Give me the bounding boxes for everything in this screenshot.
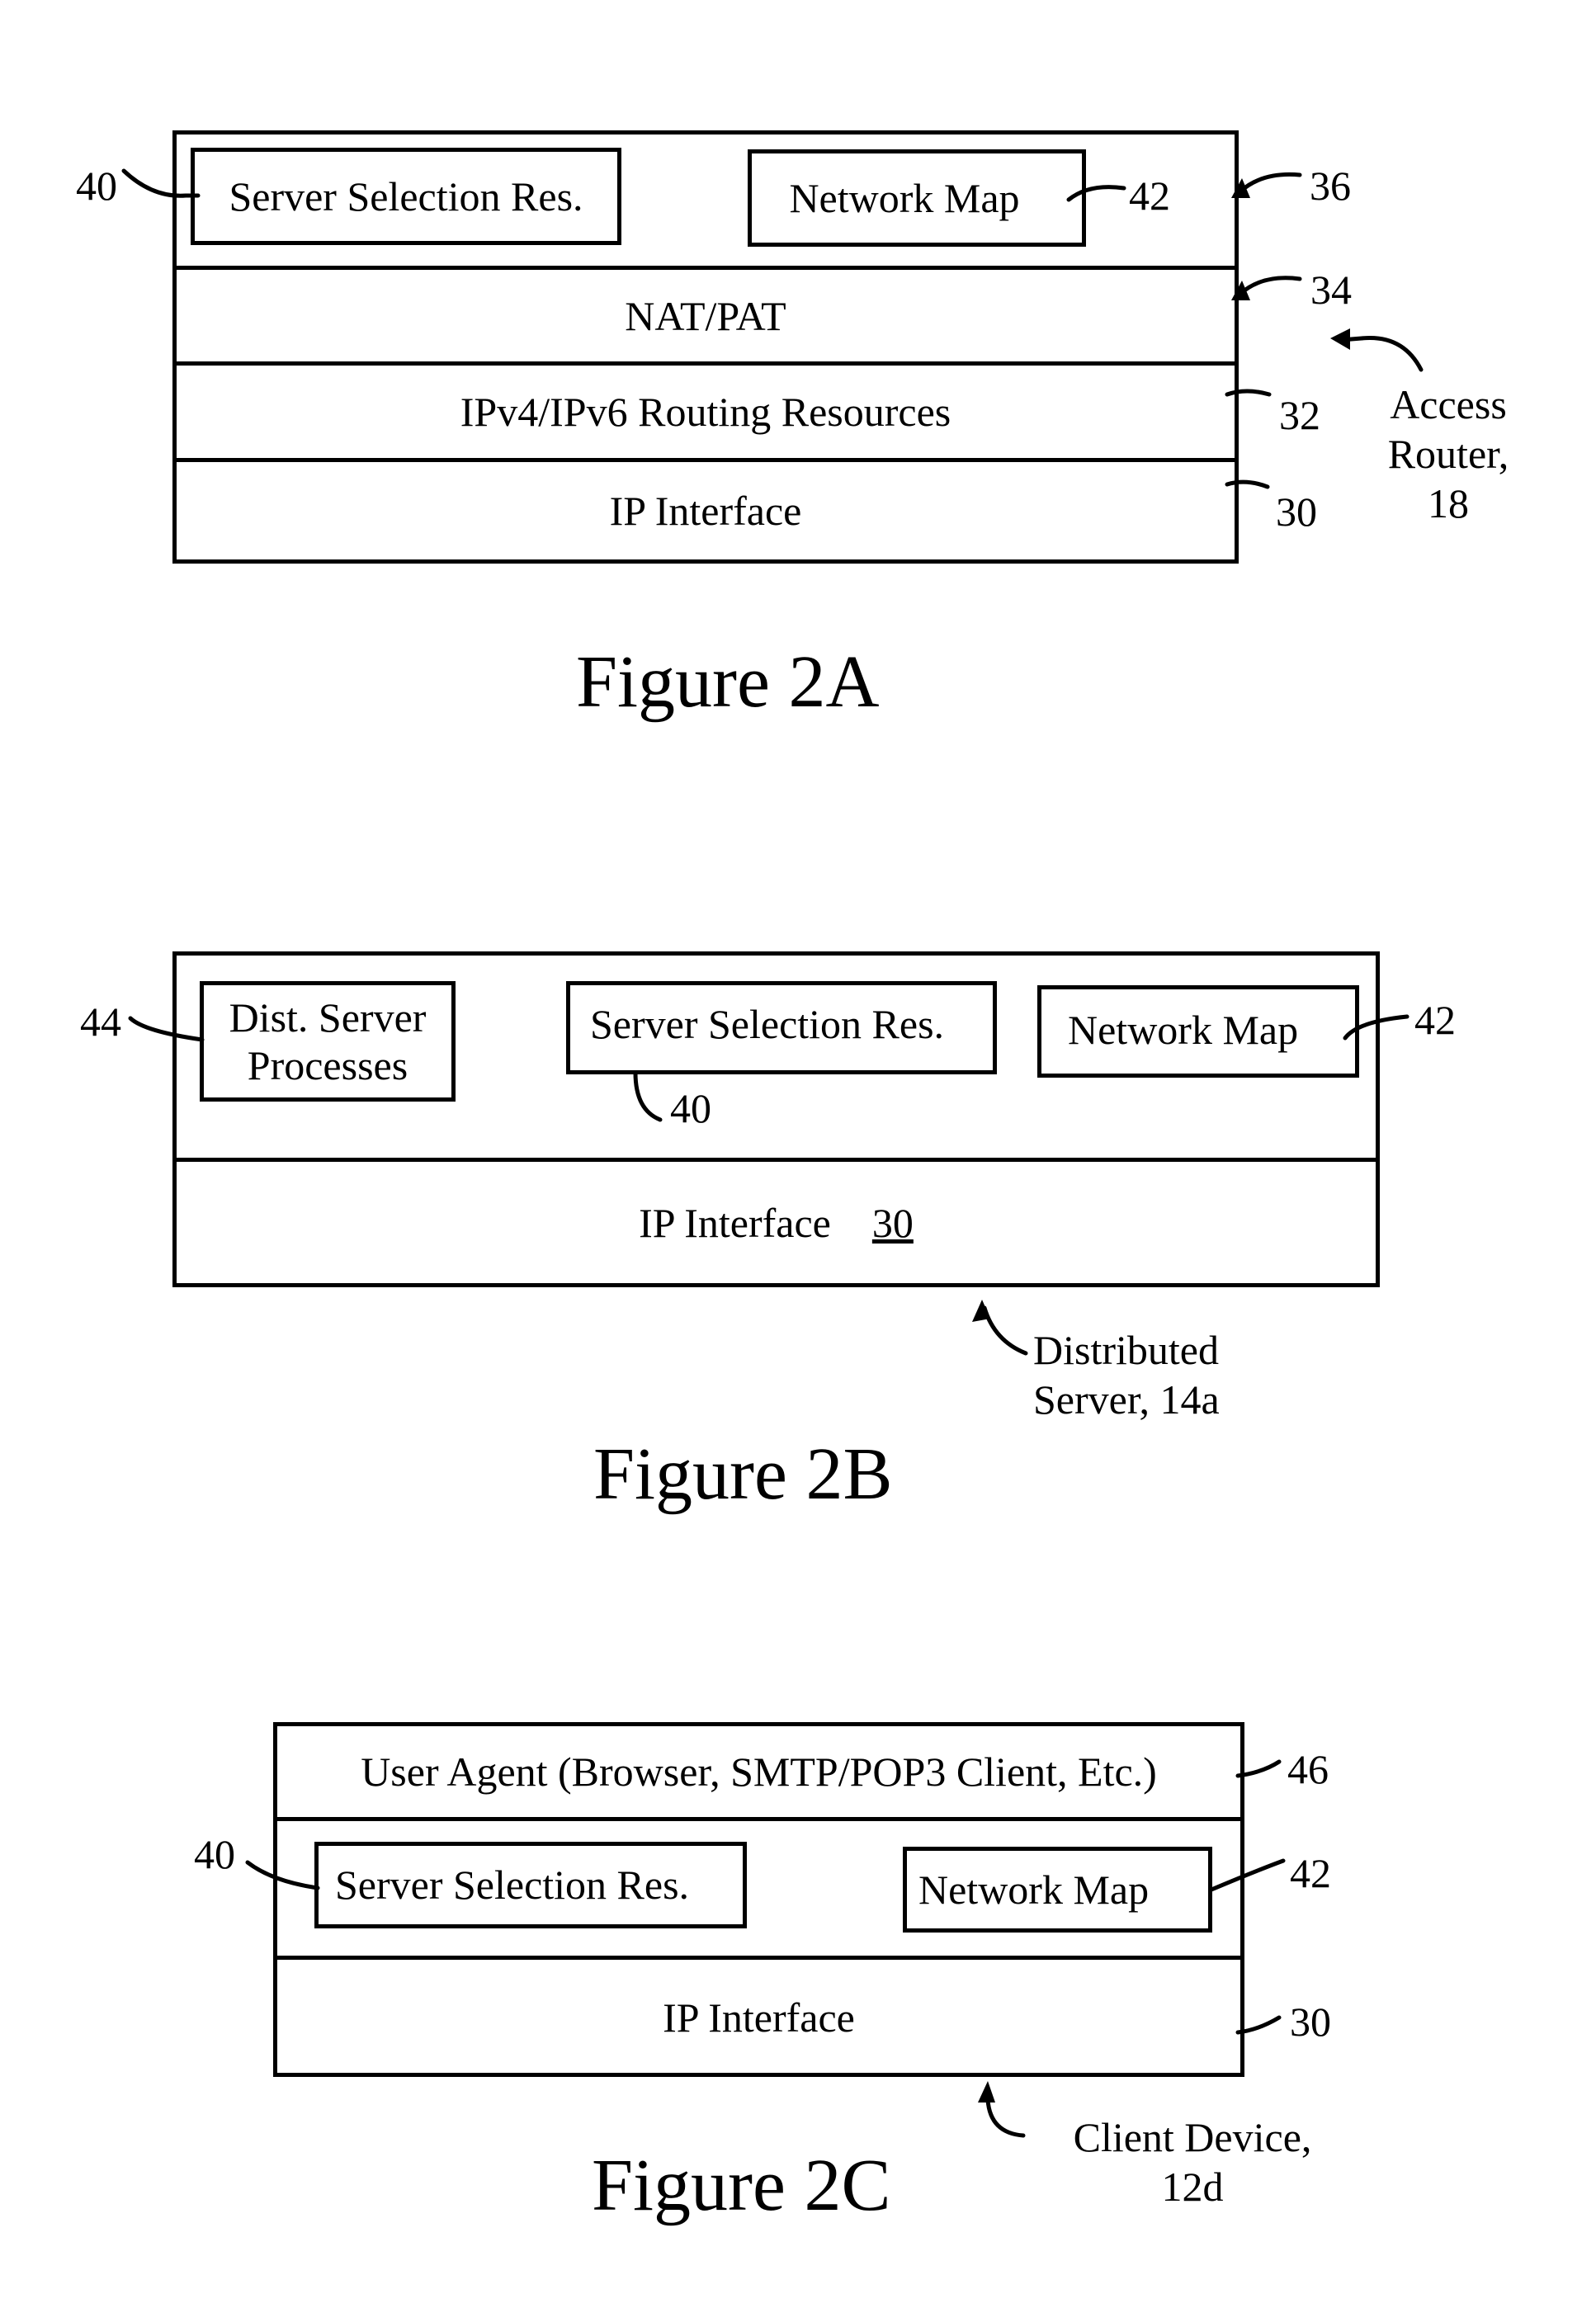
client-device-label: Client Device, 12d <box>1073 2114 1312 2210</box>
network-map-box: Network Map <box>1037 985 1359 1078</box>
arrowhead-access-router <box>1330 328 1350 350</box>
leader-client-device <box>985 2098 1026 2138</box>
ref-46: 46 <box>1287 1746 1329 1792</box>
ip-interface-layer-label: IP Interface <box>609 488 802 534</box>
server-selection-res-label: Server Selection Res. <box>229 173 583 219</box>
ip-interface-layer-label: IP Interface 30 <box>639 1199 914 1246</box>
network-map-label: Network Map <box>1068 1007 1299 1053</box>
dist-server-processes-label-line1: Dist. Server <box>229 994 427 1041</box>
ref-30: 30 <box>871 1199 914 1246</box>
access-router-label: Access Router, 18 <box>1387 381 1509 526</box>
ref-32: 32 <box>1279 392 1320 438</box>
network-map-label: Network Map <box>789 175 1020 221</box>
ip-interface-layer-label: IP Interface <box>663 1994 855 2041</box>
routing-resources-layer-label: IPv4/IPv6 Routing Resources <box>460 389 951 435</box>
ref-30: 30 <box>1276 488 1317 535</box>
ref-42: 42 <box>1290 1850 1331 1896</box>
network-map-box: Network Map <box>748 149 1086 247</box>
ref-36: 36 <box>1310 163 1351 209</box>
ref-42: 42 <box>1129 172 1170 219</box>
leader-access-router <box>1339 335 1424 372</box>
ref-34: 34 <box>1310 267 1352 313</box>
leader-distributed-server <box>982 1305 1028 1356</box>
ref-40: 40 <box>670 1085 711 1131</box>
arrowhead-distributed-server <box>972 1300 990 1322</box>
server-selection-res-box: Server Selection Res. <box>191 148 621 245</box>
leader-34 <box>1238 276 1302 296</box>
user-agent-layer-label: User Agent (Browser, SMTP/POP3 Client, E… <box>361 1749 1157 1795</box>
ref-42: 42 <box>1414 997 1456 1043</box>
figure-2a-caption: Figure 2A <box>576 641 880 723</box>
server-selection-res-box: Server Selection Res. <box>314 1842 747 1928</box>
layer-divider <box>273 1817 1244 1821</box>
leader-36 <box>1238 172 1302 194</box>
arrowhead-client-device <box>978 2081 995 2103</box>
ref-44: 44 <box>80 998 121 1045</box>
distributed-server-label: Distributed Server, 14a <box>1033 1327 1220 1423</box>
dist-server-processes-box: Dist. Server Processes <box>200 981 456 1102</box>
figure-2b-caption: Figure 2B <box>593 1433 893 1515</box>
network-map-label: Network Map <box>918 1867 1150 1913</box>
ref-40: 40 <box>194 1831 235 1877</box>
ref-40: 40 <box>76 163 117 209</box>
server-selection-res-box: Server Selection Res. <box>566 981 997 1074</box>
figure-2c-caption: Figure 2C <box>592 2145 891 2226</box>
dist-server-processes-label-line2: Processes <box>247 1042 408 1088</box>
nat-pat-layer-label: NAT/PAT <box>625 292 786 339</box>
server-selection-res-label: Server Selection Res. <box>335 1862 690 1908</box>
ref-30: 30 <box>1290 1999 1331 2045</box>
server-selection-res-label: Server Selection Res. <box>590 1001 945 1047</box>
network-map-box: Network Map <box>903 1847 1212 1933</box>
